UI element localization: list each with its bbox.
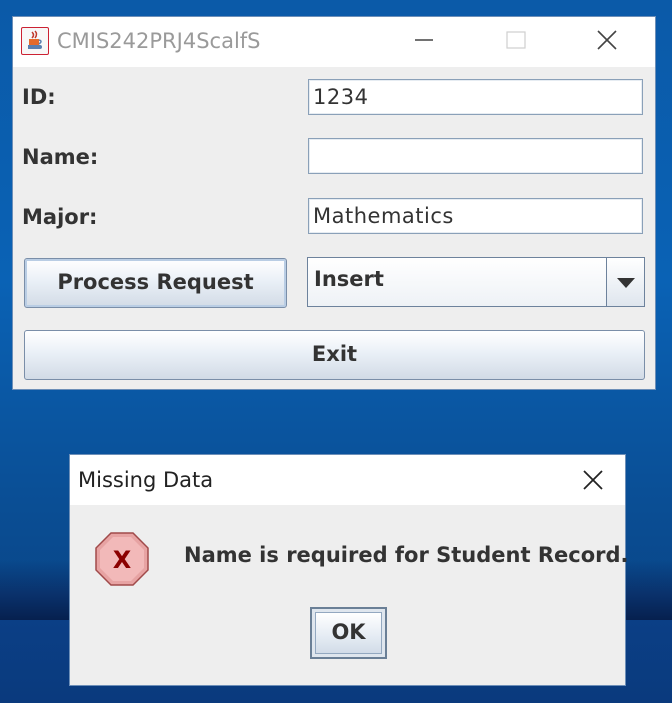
ok-button[interactable]: OK <box>310 607 387 659</box>
exit-button[interactable]: Exit <box>24 330 645 380</box>
java-app-icon[interactable] <box>21 27 49 55</box>
svg-text:X: X <box>113 546 132 574</box>
name-label: Name: <box>22 145 99 169</box>
dialog-close-icon[interactable] <box>576 463 610 497</box>
dialog-message: Name is required for Student Record. <box>184 543 629 567</box>
ok-button-label: OK <box>315 612 382 654</box>
dropdown-arrow-icon[interactable] <box>606 258 644 306</box>
action-combo[interactable]: Insert <box>307 257 645 307</box>
error-icon: X <box>94 531 150 587</box>
id-field[interactable]: 1234 <box>308 79 643 115</box>
major-field[interactable]: Mathematics <box>308 198 643 234</box>
close-button[interactable] <box>583 17 629 67</box>
name-field[interactable] <box>308 138 643 174</box>
major-label: Major: <box>22 205 98 229</box>
action-combo-value: Insert <box>314 267 384 291</box>
process-request-button[interactable]: Process Request <box>24 258 287 308</box>
dialog-title: Missing Data <box>78 468 214 492</box>
id-label: ID: <box>22 85 56 109</box>
window-title: CMIS242PRJ4ScalfS <box>57 29 261 53</box>
missing-data-dialog: Missing Data X Name is required for Stud… <box>69 454 629 686</box>
main-window: CMIS242PRJ4ScalfS ID: 1234 Name: Major: … <box>12 16 656 390</box>
title-bar[interactable]: CMIS242PRJ4ScalfS <box>13 17 655 67</box>
maximize-button[interactable] <box>493 17 539 67</box>
minimize-button[interactable] <box>401 17 447 67</box>
dialog-title-bar[interactable]: Missing Data <box>70 455 625 505</box>
